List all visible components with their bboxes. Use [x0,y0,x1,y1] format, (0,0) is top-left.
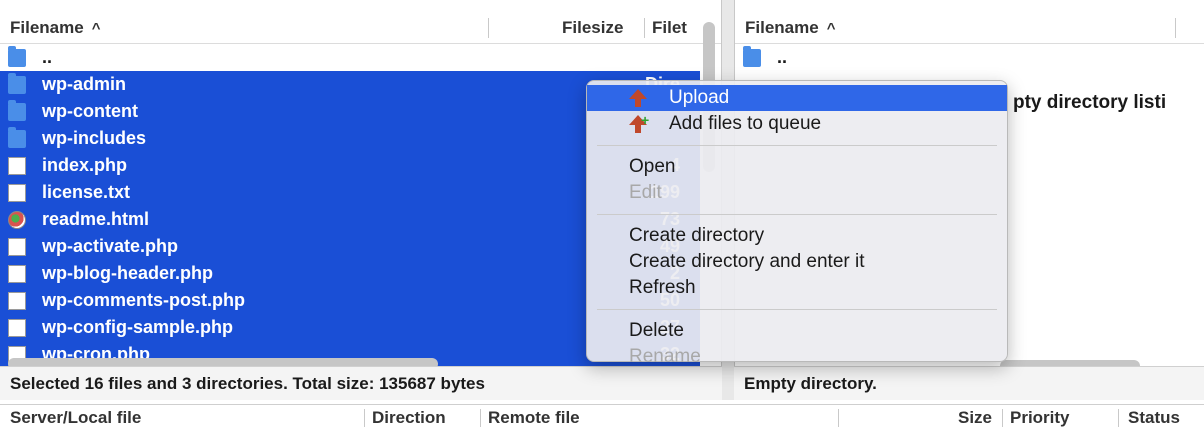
upload-arrow-icon [629,89,649,107]
column-separator[interactable] [364,409,365,427]
menu-item-delete[interactable]: Delete [587,318,1007,344]
column-separator[interactable] [838,409,839,427]
queue-size-column[interactable]: Size [958,405,992,430]
column-separator[interactable] [488,18,489,38]
folder-icon [8,46,26,67]
file-icon [8,319,26,337]
remote-filename-column[interactable]: Filename ^ [745,18,835,38]
queue-status-column[interactable]: Status [1128,405,1180,430]
queue-priority-column[interactable]: Priority [1010,405,1070,430]
local-filesize-column[interactable]: Filesize [562,18,623,38]
column-separator[interactable] [480,409,481,427]
folder-icon [743,46,761,67]
menu-item-create-directory[interactable]: Create directory [587,223,1007,249]
sort-ascending-icon: ^ [826,20,836,37]
local-status-bar: Selected 16 files and 3 directories. Tot… [0,366,722,400]
file-icon [8,184,26,202]
menu-item-add-files-to-queue[interactable]: + Add files to queue [587,111,1007,137]
remote-status-bar: Empty directory. [734,366,1204,400]
file-row-parent[interactable]: .. [0,44,700,71]
local-filename-column[interactable]: Filename ^ [10,18,100,38]
column-separator[interactable] [644,18,645,38]
queue-remote-file-column[interactable]: Remote file [488,405,580,430]
queue-direction-column[interactable]: Direction [372,405,446,430]
file-row-parent[interactable]: .. [735,44,1204,71]
sort-ascending-icon: ^ [91,20,101,37]
file-icon [8,265,26,283]
column-separator[interactable] [1175,18,1176,38]
queue-server-local-column[interactable]: Server/Local file [10,405,141,430]
add-to-queue-icon: + [629,113,649,133]
context-menu: Upload + Add files to queue Open Edit Cr… [586,80,1008,367]
column-separator[interactable] [1002,409,1003,427]
transfer-queue-header: Server/Local file Direction Remote file … [0,404,1204,430]
remote-file-list: .. [735,44,1204,71]
local-column-header: Filename ^ Filesize Filet [0,12,721,44]
file-icon [8,238,26,256]
menu-item-open[interactable]: Open [587,154,1007,180]
folder-icon [8,73,26,94]
html-file-icon [8,211,26,229]
menu-item-refresh[interactable]: Refresh [587,275,1007,301]
menu-item-create-directory-and-enter[interactable]: Create directory and enter it [587,249,1007,275]
empty-directory-listing: pty directory listi [1013,92,1167,113]
menu-separator [597,309,997,310]
local-filetype-column[interactable]: Filet [652,18,687,38]
column-separator[interactable] [1118,409,1119,427]
remote-column-header: Filename ^ [735,12,1204,44]
menu-item-edit: Edit [629,182,662,203]
folder-icon [8,127,26,148]
menu-separator [597,214,997,215]
file-icon [8,157,26,175]
menu-separator [597,145,997,146]
file-icon [8,292,26,310]
menu-item-upload[interactable]: Upload [587,85,1007,111]
folder-icon [8,100,26,121]
menu-item-rename: Rename [629,346,701,367]
